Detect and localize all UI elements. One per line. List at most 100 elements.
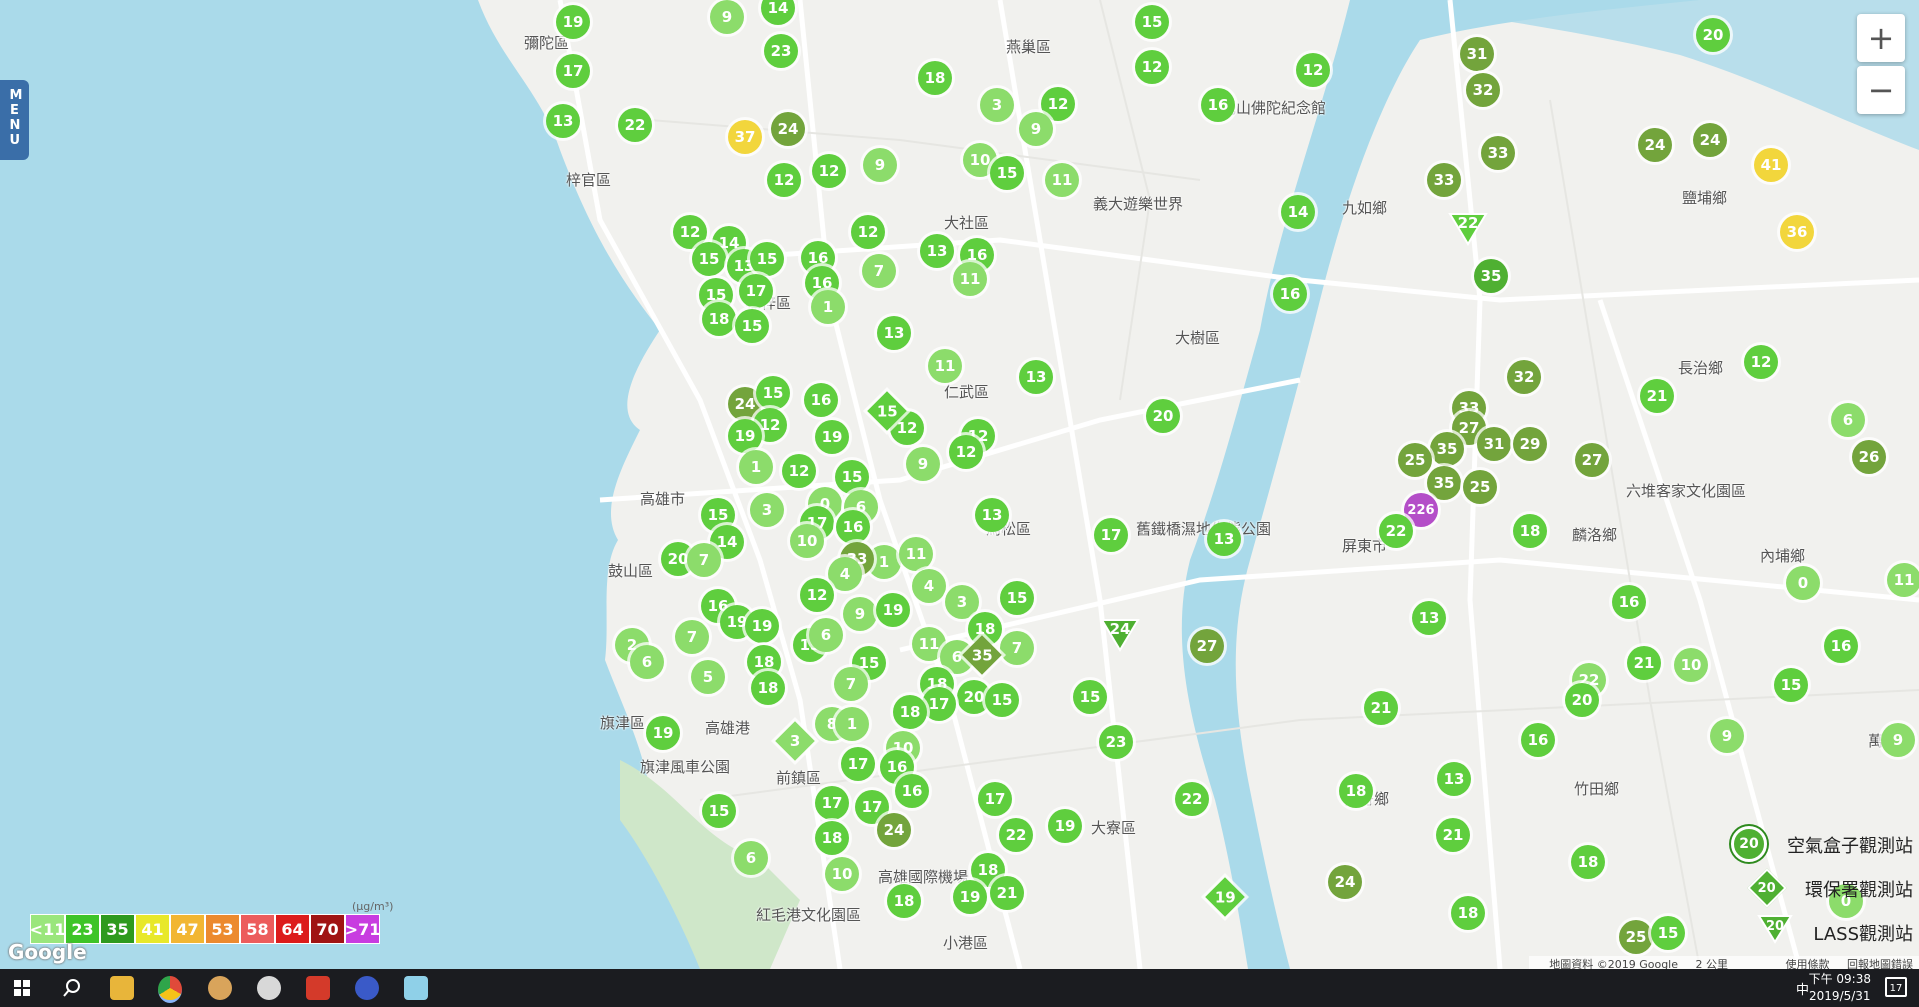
airbox-station-marker[interactable]: 19 — [646, 716, 680, 750]
airbox-station-marker[interactable]: 11 — [1887, 563, 1919, 597]
airbox-station-marker[interactable]: 18 — [1451, 896, 1485, 930]
airbox-station-marker[interactable]: 12 — [1296, 53, 1330, 87]
system-clock[interactable]: 下午 09:38 2019/5/31 — [1809, 971, 1871, 1005]
airbox-station-marker[interactable]: 24 — [771, 112, 805, 146]
app-icon-circle[interactable] — [355, 976, 379, 1000]
airbox-station-marker[interactable]: 9 — [843, 597, 877, 631]
airbox-station-marker[interactable]: 13 — [920, 234, 954, 268]
airbox-station-marker[interactable]: 15 — [985, 683, 1019, 717]
airbox-station-marker[interactable]: 11 — [928, 349, 962, 383]
airbox-station-marker[interactable]: 6 — [630, 645, 664, 679]
airbox-station-marker[interactable]: 9 — [1019, 112, 1053, 146]
airbox-station-marker[interactable]: 13 — [546, 104, 580, 138]
airbox-station-marker[interactable]: 13 — [1019, 360, 1053, 394]
airbox-station-marker[interactable]: 18 — [815, 821, 849, 855]
airbox-station-marker[interactable]: 22 — [1175, 782, 1209, 816]
app-icon-notes[interactable] — [404, 976, 428, 1000]
airbox-station-marker[interactable]: 13 — [1207, 522, 1241, 556]
airbox-station-marker[interactable]: 1 — [835, 707, 869, 741]
airbox-station-marker[interactable]: 18 — [893, 695, 927, 729]
airbox-station-marker[interactable]: 3 — [980, 88, 1014, 122]
airbox-station-marker[interactable]: 19 — [953, 880, 987, 914]
airbox-station-marker[interactable]: 13 — [877, 316, 911, 350]
airbox-station-marker[interactable]: 9 — [1881, 723, 1915, 757]
airbox-station-marker[interactable]: 15 — [1073, 680, 1107, 714]
airbox-station-marker[interactable]: 22 — [999, 818, 1033, 852]
airbox-station-marker[interactable]: 14 — [1281, 195, 1315, 229]
airbox-station-marker[interactable]: 16 — [804, 383, 838, 417]
airbox-station-marker[interactable]: 16 — [895, 774, 929, 808]
file-explorer-icon[interactable] — [110, 976, 134, 1000]
airbox-station-marker[interactable]: 41 — [1754, 148, 1788, 182]
airbox-station-marker[interactable]: 7 — [862, 254, 896, 288]
airbox-station-marker[interactable]: 15 — [1000, 581, 1034, 615]
airbox-station-marker[interactable]: 20 — [1696, 18, 1730, 52]
airbox-station-marker[interactable]: 32 — [1507, 360, 1541, 394]
airbox-station-marker[interactable]: 22 — [618, 108, 652, 142]
airbox-station-marker[interactable]: 12 — [782, 454, 816, 488]
airbox-station-marker[interactable]: 19 — [745, 609, 779, 643]
airbox-station-marker[interactable]: 16 — [1612, 585, 1646, 619]
airbox-station-marker[interactable]: 12 — [851, 215, 885, 249]
app-icon-red[interactable] — [306, 976, 330, 1000]
notification-icon[interactable]: 17 — [1885, 977, 1907, 997]
airbox-station-marker[interactable]: 23 — [1099, 725, 1133, 759]
airbox-station-marker[interactable]: 25 — [1619, 920, 1653, 954]
airbox-station-marker[interactable]: 19 — [876, 593, 910, 627]
airbox-station-marker[interactable]: 19 — [815, 420, 849, 454]
airbox-station-marker[interactable]: 17 — [556, 54, 590, 88]
airbox-station-marker[interactable]: 20 — [1146, 399, 1180, 433]
airbox-station-marker[interactable]: 17 — [922, 687, 956, 721]
airbox-station-marker[interactable]: 15 — [1774, 668, 1808, 702]
airbox-station-marker[interactable]: 35 — [1474, 259, 1508, 293]
airbox-station-marker[interactable]: 9 — [710, 0, 744, 34]
airbox-station-marker[interactable]: 15 — [692, 242, 726, 276]
airbox-station-marker[interactable]: 21 — [990, 876, 1024, 910]
airbox-station-marker[interactable]: 18 — [1339, 774, 1373, 808]
airbox-station-marker[interactable]: 23 — [764, 34, 798, 68]
lass-station-marker[interactable]: 24 — [1100, 618, 1140, 652]
airbox-station-marker[interactable]: 36 — [1780, 215, 1814, 249]
zoom-out-button[interactable]: − — [1857, 66, 1905, 114]
airbox-station-marker[interactable]: 18 — [751, 671, 785, 705]
airbox-station-marker[interactable]: 22 — [1379, 514, 1413, 548]
airbox-station-marker[interactable]: 10 — [1674, 648, 1708, 682]
airbox-station-marker[interactable]: 13 — [1412, 601, 1446, 635]
airbox-station-marker[interactable]: 7 — [687, 543, 721, 577]
airbox-station-marker[interactable]: 21 — [1627, 646, 1661, 680]
airbox-station-marker[interactable]: 18 — [1513, 514, 1547, 548]
menu-button[interactable]: MENU — [0, 80, 29, 160]
lass-station-marker[interactable]: 22 — [1448, 212, 1488, 246]
airbox-station-marker[interactable]: 6 — [809, 618, 843, 652]
airbox-station-marker[interactable]: 17 — [841, 747, 875, 781]
airbox-station-marker[interactable]: 18 — [918, 61, 952, 95]
airbox-station-marker[interactable]: 31 — [1477, 427, 1511, 461]
airbox-station-marker[interactable]: 15 — [756, 376, 790, 410]
airbox-station-marker[interactable]: 18 — [1571, 845, 1605, 879]
airbox-station-marker[interactable]: 18 — [702, 302, 736, 336]
airbox-station-marker[interactable]: 16 — [1201, 88, 1235, 122]
airbox-station-marker[interactable]: 5 — [691, 660, 725, 694]
ime-indicator[interactable]: 中 — [1796, 979, 1809, 998]
windows-start-icon[interactable] — [14, 980, 30, 996]
airbox-station-marker[interactable]: 16 — [1521, 723, 1555, 757]
airbox-station-marker[interactable]: 20 — [1565, 683, 1599, 717]
airbox-station-marker[interactable]: 18 — [887, 884, 921, 918]
airbox-station-marker[interactable]: 32 — [1466, 73, 1500, 107]
airbox-station-marker[interactable]: 19 — [728, 419, 762, 453]
airbox-station-marker[interactable]: 26 — [1852, 440, 1886, 474]
airbox-station-marker[interactable]: 16 — [1824, 629, 1858, 663]
airbox-station-marker[interactable]: 21 — [1436, 818, 1470, 852]
airbox-station-marker[interactable]: 24 — [1638, 128, 1672, 162]
airbox-station-marker[interactable]: 11 — [899, 537, 933, 571]
airbox-station-marker[interactable]: 7 — [675, 620, 709, 654]
airbox-station-marker[interactable]: 17 — [978, 782, 1012, 816]
airbox-station-marker[interactable]: 35 — [1427, 466, 1461, 500]
airbox-station-marker[interactable]: 6 — [734, 841, 768, 875]
airbox-station-marker[interactable]: 19 — [1048, 809, 1082, 843]
zoom-in-button[interactable]: + — [1857, 14, 1905, 62]
airbox-station-marker[interactable]: 12 — [767, 163, 801, 197]
airbox-station-marker[interactable]: 7 — [834, 667, 868, 701]
airbox-station-marker[interactable]: 4 — [912, 569, 946, 603]
airbox-station-marker[interactable]: 13 — [1437, 762, 1471, 796]
